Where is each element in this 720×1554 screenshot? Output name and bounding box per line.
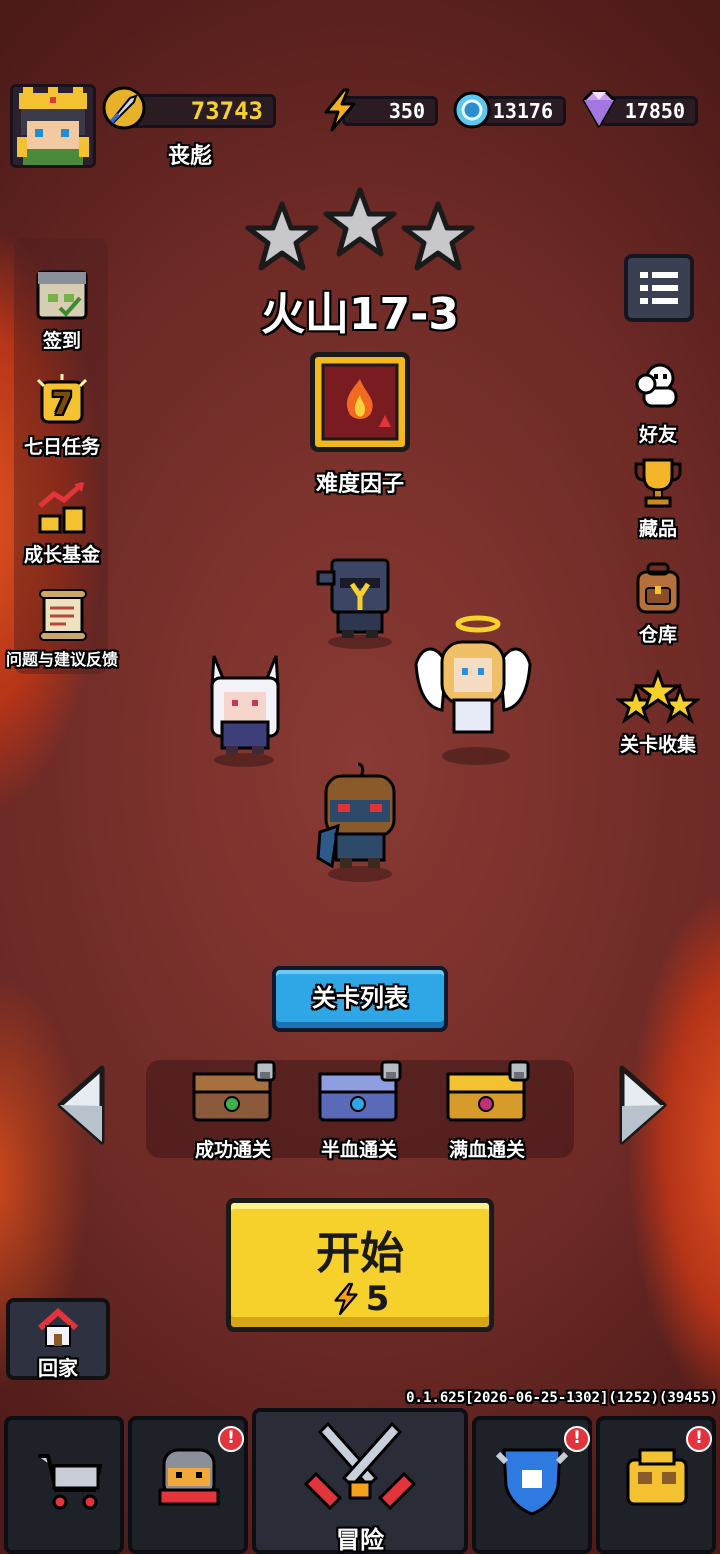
trophy-icon xyxy=(630,454,686,510)
scroll-icon xyxy=(34,586,90,642)
warehouse-button[interactable]: 仓库 xyxy=(598,560,718,647)
collection-label: 藏品 xyxy=(638,518,677,540)
house-icon xyxy=(38,1307,78,1347)
version-text: 0.1.625[2026-06-25-1302](1252)(39455) xyxy=(406,1390,718,1406)
avatar-portrait-icon xyxy=(17,87,89,165)
events-badge: ! xyxy=(686,1426,712,1452)
home-button[interactable]: 回家 xyxy=(6,1298,110,1380)
gems-value: 17850 xyxy=(624,99,685,123)
growth-fund-button[interactable]: 成长基金 xyxy=(2,480,122,567)
heroes-badge: ! xyxy=(218,1426,244,1452)
coins-value: 13176 xyxy=(492,99,553,123)
seven-day-icon: 7 xyxy=(34,372,90,428)
angel-character xyxy=(412,614,534,770)
nav-events[interactable]: ! xyxy=(596,1416,716,1554)
player-name: 丧彪 xyxy=(167,144,212,169)
lightning-icon xyxy=(320,88,360,132)
power-value: 73743 xyxy=(190,97,263,125)
arrow-right-icon xyxy=(619,1065,667,1145)
fox-girl-character xyxy=(204,652,286,770)
friends-label: 好友 xyxy=(638,424,677,446)
checkin-button[interactable]: 签到 xyxy=(2,266,122,353)
prev-stage-arrow[interactable] xyxy=(52,1062,112,1148)
menu-list-button[interactable] xyxy=(624,254,694,322)
backpack-icon xyxy=(630,560,686,616)
knight-character xyxy=(312,556,408,650)
silver-chest-icon xyxy=(318,1060,402,1122)
star-2-icon xyxy=(323,187,397,257)
arrow-left-icon xyxy=(57,1065,105,1145)
seven-day-label: 七日任务 xyxy=(23,436,100,458)
checkin-label: 签到 xyxy=(42,330,81,352)
nav-guild[interactable]: ! xyxy=(472,1416,592,1554)
next-stage-arrow[interactable] xyxy=(612,1062,672,1148)
nav-heroes[interactable]: ! xyxy=(128,1416,248,1554)
reward-full-hp[interactable]: 满血通关 xyxy=(432,1060,542,1162)
start-cost: 5 xyxy=(365,1279,390,1319)
gold-stack-icon xyxy=(34,480,90,536)
growth-fund-label: 成长基金 xyxy=(23,544,100,566)
adventure-label: 冒险 xyxy=(336,1526,384,1554)
fire-shield-icon xyxy=(321,363,399,441)
difficulty-modifier-button[interactable] xyxy=(310,352,410,452)
stage-collection-label: 关卡收集 xyxy=(619,734,696,756)
nav-shop[interactable] xyxy=(4,1416,124,1554)
home-label: 回家 xyxy=(38,1356,78,1380)
reward-half-hp[interactable]: 半血通关 xyxy=(304,1060,414,1162)
player-avatar[interactable] xyxy=(10,84,96,168)
diamond-icon xyxy=(576,86,622,132)
reward-full-hp-label: 满血通关 xyxy=(448,1139,525,1161)
lightning-icon xyxy=(333,1282,358,1316)
stage-list-button[interactable]: 关卡列表 xyxy=(272,966,448,1032)
calendar-icon xyxy=(34,266,90,322)
difficulty-modifier-label: 难度因子 xyxy=(315,472,404,497)
stage-title: 火山17-3 xyxy=(260,289,460,340)
wooden-chest-icon xyxy=(192,1060,276,1122)
friends-icon xyxy=(630,360,686,416)
reward-clear[interactable]: 成功通关 xyxy=(178,1060,288,1162)
svg-text:7: 7 xyxy=(52,387,73,422)
seven-day-tasks-button[interactable]: 7 七日任务 xyxy=(2,372,122,459)
stage-list-label: 关卡列表 xyxy=(312,984,408,1012)
stars-icon xyxy=(614,667,702,726)
friends-button[interactable]: 好友 xyxy=(598,360,718,447)
list-icon xyxy=(640,272,678,304)
energy-value: 350 xyxy=(388,99,425,123)
guild-badge: ! xyxy=(564,1426,590,1452)
masked-hero-character xyxy=(312,762,408,884)
coin-icon xyxy=(452,90,492,130)
start-button[interactable]: 开始 5 xyxy=(226,1198,494,1332)
crossed-swords-icon xyxy=(303,1421,417,1511)
feedback-label: 问题与建议反馈 xyxy=(5,650,118,669)
star-3-icon xyxy=(401,201,475,271)
reward-half-hp-label: 半血通关 xyxy=(320,1139,397,1161)
gold-chest-icon xyxy=(446,1060,530,1122)
collection-button[interactable]: 藏品 xyxy=(598,454,718,541)
start-label: 开始 xyxy=(316,1228,404,1279)
stage-stars xyxy=(240,186,480,282)
star-1-icon xyxy=(245,201,319,271)
cart-icon xyxy=(38,1454,103,1510)
nav-adventure[interactable]: 冒险 xyxy=(252,1408,468,1554)
warehouse-label: 仓库 xyxy=(638,624,677,646)
stage-collection-button[interactable]: 关卡收集 xyxy=(598,667,718,757)
feedback-button[interactable]: 问题与建议反馈 xyxy=(2,586,122,670)
sword-icon xyxy=(100,84,148,132)
reward-clear-label: 成功通关 xyxy=(194,1139,271,1161)
